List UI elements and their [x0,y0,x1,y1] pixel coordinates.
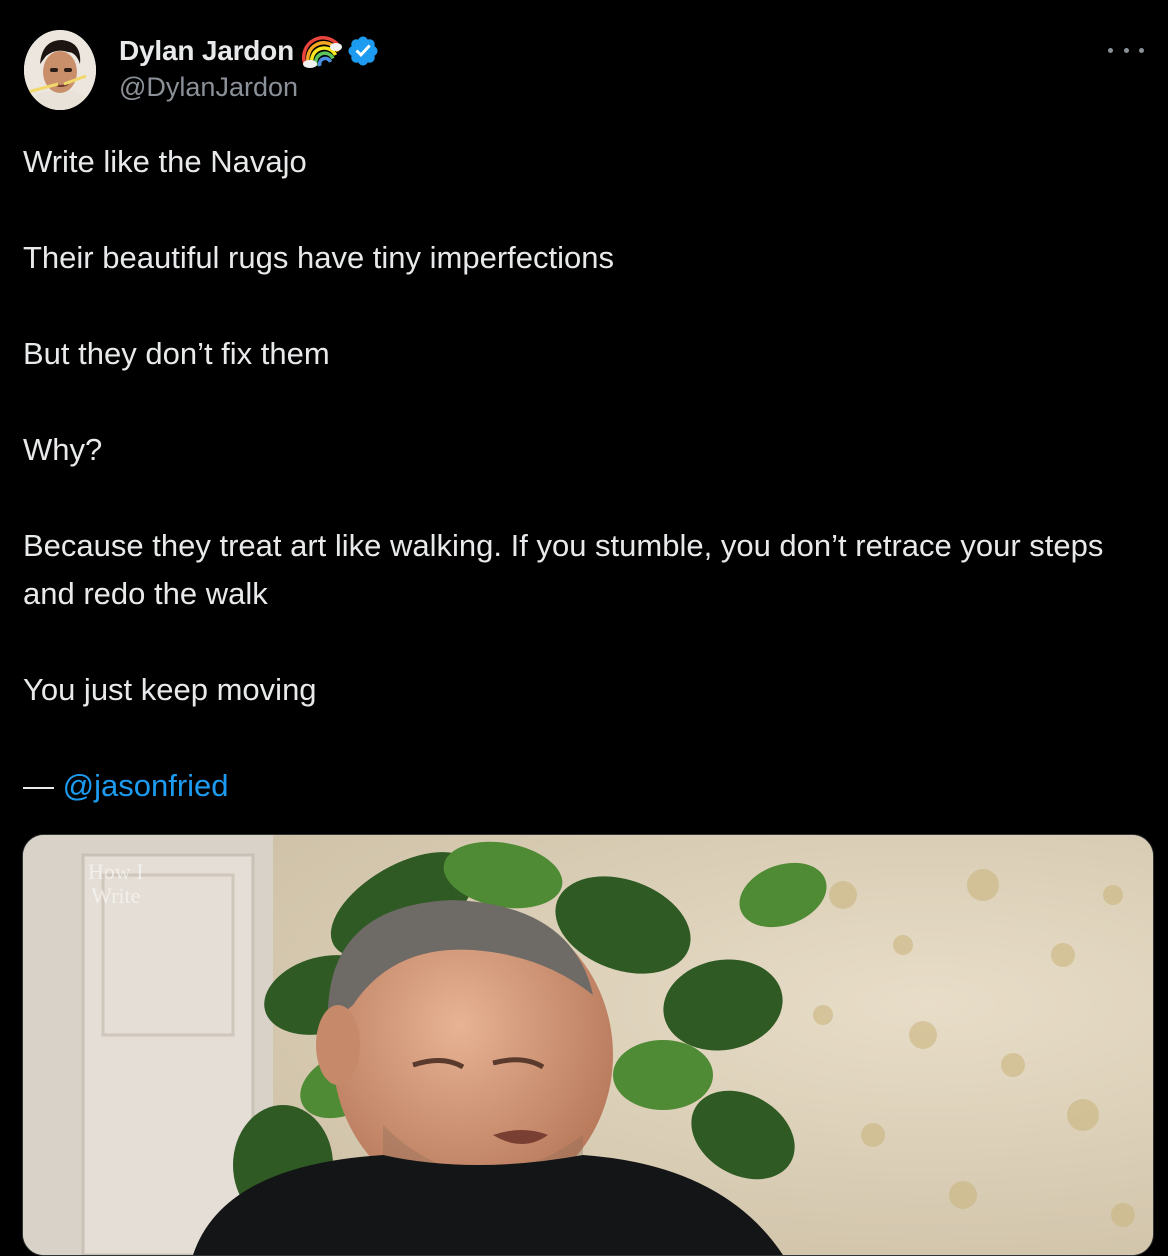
author-handle[interactable]: @DylanJardon [119,72,380,103]
rainbow-icon [302,36,342,68]
tweet-paragraph: Write like the Navajo [23,144,307,179]
more-dot [1139,47,1144,53]
tweet-paragraph: You just keep moving [23,672,317,707]
avatar[interactable] [24,30,96,110]
display-name[interactable]: Dylan Jardon [119,35,294,67]
more-dot [1108,47,1113,53]
verified-badge-icon[interactable] [346,34,380,68]
author-names: Dylan Jardon @DylanJardon [119,32,380,103]
mention-link[interactable]: @jasonfried [63,768,229,803]
more-dot [1123,47,1129,53]
video-thumbnail[interactable] [22,834,1154,1256]
tweet-text: Write like the Navajo Their beautiful ru… [23,138,1158,810]
attribution: — @jasonfried [23,762,1158,810]
tweet-paragraph: But they don’t fix them [23,336,330,371]
more-options-icon[interactable] [1108,40,1144,60]
attribution-prefix: — [23,768,63,803]
tweet-paragraph: Why? [23,432,103,467]
tweet-paragraph: Their beautiful rugs have tiny imperfect… [23,240,615,275]
tweet-paragraph: Because they treat art like walking. If … [23,528,1112,611]
avatar-image [24,30,96,110]
video-frame-image [23,835,1153,1255]
display-name-row: Dylan Jardon [119,32,380,70]
tweet-header: Dylan Jardon @DylanJardon [24,30,1144,112]
tweet: Dylan Jardon @DylanJardon Write like the… [0,0,1168,1256]
